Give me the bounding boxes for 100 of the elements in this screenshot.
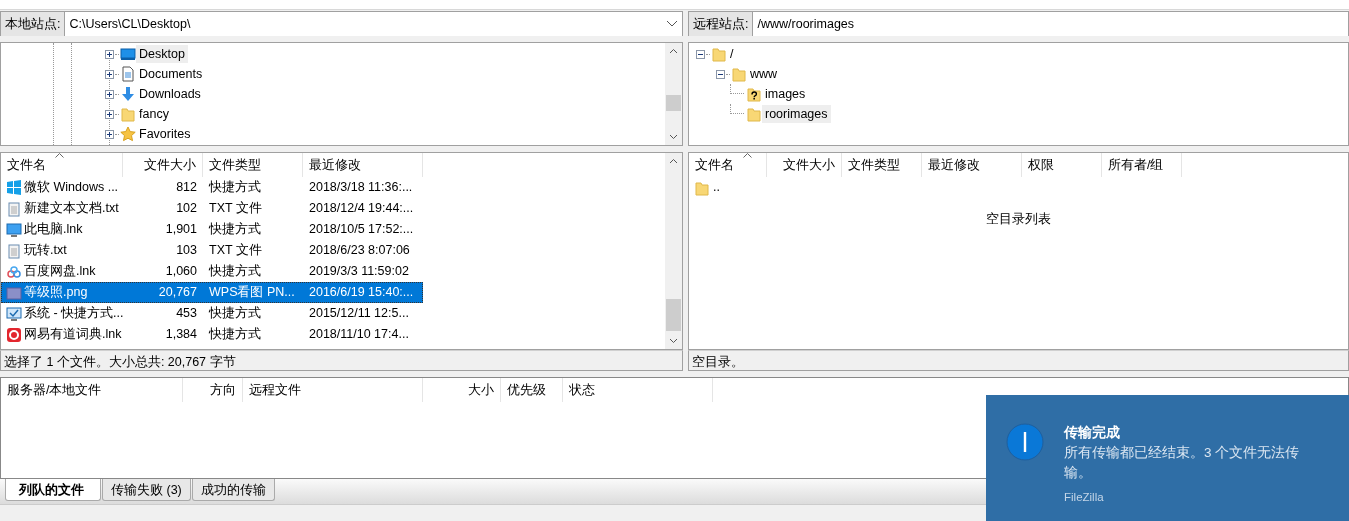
file-row[interactable]: 系统 - 快捷方式... 453 快捷方式 2015/12/11 12:5...	[1, 303, 423, 324]
document-icon	[120, 66, 136, 82]
file-name: 网易有道词典.lnk	[24, 326, 122, 344]
file-row[interactable]: 等级照.png 20,767 WPS看图 PN... 2016/6/19 15:40:...	[1, 282, 423, 303]
folder-icon	[746, 106, 762, 122]
column-header[interactable]: 文件类型	[842, 153, 922, 177]
file-type: WPS看图 PN...	[208, 284, 296, 302]
notification-message: 所有传输都已经结束。3 个文件无法传输。	[1064, 444, 1301, 483]
column-header[interactable]: 文件类型	[203, 153, 303, 177]
column-header[interactable]: 文件大小	[767, 153, 842, 177]
file-row[interactable]: 新建文本文档.txt 102 TXT 文件 2018/12/4 19:44:...	[1, 198, 423, 219]
modified-date: 2019/3/3 11:59:02	[308, 263, 410, 281]
file-size: 1,901	[164, 221, 198, 239]
scrollbar[interactable]	[665, 153, 682, 349]
column-header[interactable]: 文件名	[7, 155, 46, 175]
folder-icon	[711, 46, 727, 62]
column-header[interactable]: 最近修改	[303, 153, 423, 177]
queue-tab[interactable]: 成功的传输	[191, 479, 275, 501]
file-type: 快捷方式	[208, 263, 262, 281]
column-header[interactable]: 状态	[563, 378, 713, 402]
file-row[interactable]: 玩转.txt 103 TXT 文件 2018/6/23 8:07:06	[1, 240, 423, 261]
column-header[interactable]: 最近修改	[922, 153, 1022, 177]
folder-name[interactable]: images	[762, 84, 809, 104]
file-name: 微软 Windows ...	[24, 179, 119, 197]
modified-date: 2015/12/11 12:5...	[308, 305, 410, 323]
down-arrow-icon	[120, 86, 136, 102]
file-name: 系统 - 快捷方式...	[24, 305, 124, 323]
column-header[interactable]: 远程文件	[243, 378, 423, 402]
column-header[interactable]: 权限	[1022, 153, 1102, 177]
file-row[interactable]: 此电脑.lnk 1,901 快捷方式 2018/10/5 17:52:...	[1, 219, 423, 240]
modified-date: 2018/3/18 11:36:...	[308, 179, 414, 197]
star-icon	[120, 126, 136, 142]
folder-icon	[120, 106, 136, 122]
file-type: 快捷方式	[208, 305, 262, 323]
file-size: 102	[175, 200, 198, 218]
column-header[interactable]: 文件大小	[123, 153, 203, 177]
queue-tab[interactable]: 传输失败 (3)	[102, 479, 191, 501]
modified-date: 2018/11/10 17:4...	[308, 326, 410, 344]
folder-icon	[694, 179, 710, 196]
folder-name[interactable]: Favorites	[136, 124, 194, 144]
file-size: 453	[175, 305, 198, 323]
folder-question-icon	[746, 86, 762, 102]
monitor-icon	[120, 46, 136, 62]
file-size: 20,767	[157, 284, 198, 302]
column-header[interactable]: 服务器/本地文件	[1, 378, 183, 402]
folder-icon	[731, 66, 747, 82]
file-row[interactable]: 微软 Windows ... 812 快捷方式 2018/3/18 11:36:...	[1, 177, 423, 198]
cloud-icon	[6, 263, 22, 280]
path-field[interactable]: C:\Users\CL\Desktop\	[69, 14, 191, 34]
empty-list-message: 空目录列表	[985, 211, 1052, 228]
folder-name[interactable]: Desktop	[136, 44, 188, 64]
folder-name[interactable]: Downloads	[136, 84, 204, 104]
site-label: 本地站点:	[1, 12, 66, 36]
column-header[interactable]: 优先级	[501, 378, 563, 402]
modified-date: 2018/12/4 19:44:...	[308, 200, 415, 218]
windows-logo-icon	[6, 179, 22, 196]
notepad-icon	[6, 200, 22, 217]
file-size: 103	[175, 242, 198, 260]
notepad-icon	[6, 242, 22, 259]
modified-date: 2016/6/19 15:40:...	[308, 284, 415, 302]
column-header[interactable]: 文件名	[695, 155, 734, 175]
file-row[interactable]: 百度网盘.lnk 1,060 快捷方式 2019/3/3 11:59:02	[1, 261, 423, 282]
file-row[interactable]: 网易有道词典.lnk 1,384 快捷方式 2018/11/10 17:4...	[1, 324, 423, 345]
monitor-check-icon	[6, 305, 22, 322]
status-text: 选择了 1 个文件。大小总共: 20,767 字节	[0, 350, 683, 371]
file-name: 玩转.txt	[24, 242, 67, 260]
folder-name[interactable]: roorimages	[762, 104, 831, 124]
file-name: 此电脑.lnk	[24, 221, 83, 239]
file-size: 812	[175, 179, 198, 197]
folder-name[interactable]: fancy	[136, 104, 172, 124]
file-type: 快捷方式	[208, 221, 262, 239]
modified-date: 2018/6/23 8:07:06	[308, 242, 411, 260]
notification-source: FileZilla	[1064, 490, 1105, 506]
file-name: 百度网盘.lnk	[24, 263, 96, 281]
file-name: 等级照.png	[24, 284, 88, 302]
scrollbar[interactable]	[665, 43, 682, 145]
modified-date: 2018/10/5 17:52:...	[308, 221, 415, 239]
folder-name[interactable]: /	[727, 44, 737, 64]
site-label: 远程站点:	[689, 12, 754, 36]
column-header[interactable]: 方向	[183, 378, 243, 402]
monitor-icon	[6, 221, 22, 238]
file-size: 1,384	[164, 326, 198, 344]
folder-name[interactable]: www	[747, 64, 781, 84]
file-type: 快捷方式	[208, 326, 262, 344]
file-type: 快捷方式	[208, 179, 262, 197]
image-file-icon	[6, 284, 22, 301]
folder-name[interactable]: Documents	[136, 64, 206, 84]
dictionary-app-icon	[6, 326, 22, 343]
status-text: 空目录。	[688, 350, 1349, 371]
file-size: 1,060	[164, 263, 198, 281]
file-type: TXT 文件	[208, 242, 263, 260]
queue-tab[interactable]: 列队的文件	[5, 479, 101, 501]
dropdown-caret-icon[interactable]	[666, 20, 678, 28]
column-header[interactable]: 大小	[423, 378, 501, 402]
column-header[interactable]: 所有者/组	[1102, 153, 1182, 177]
file-type: TXT 文件	[208, 200, 263, 218]
path-field[interactable]: /www/roorimages	[757, 14, 855, 34]
file-name: 新建文本文档.txt	[24, 200, 119, 218]
file-name[interactable]: ..	[713, 178, 720, 197]
notification-title: 传输完成	[1064, 424, 1121, 442]
